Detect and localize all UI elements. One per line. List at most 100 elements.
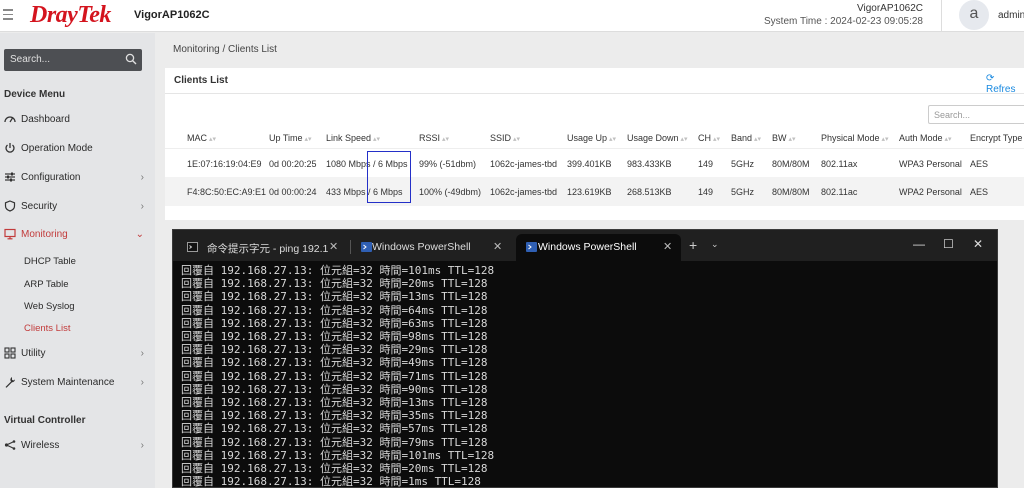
tab-label: 命令提示字元 - ping 192.1 [207, 243, 329, 255]
network-icon [4, 440, 16, 450]
column-header-usage-up[interactable]: Usage Up ▴▾ [567, 133, 616, 143]
column-header-link-speed[interactable]: Link Speed ▴▾ [326, 133, 380, 143]
column-header-up-time[interactable]: Up Time ▴▾ [269, 133, 312, 143]
chevron-right-icon: › [140, 172, 144, 183]
cell-encrypt-type: AES [970, 159, 989, 169]
chevron-down-icon: ⌄ [135, 229, 144, 240]
sidebar-item-security[interactable]: Security › [0, 195, 155, 219]
terminal-line: 回覆自 192.168.27.13: 位元組=32 時間=98ms TTL=12… [181, 330, 488, 344]
cell-bw: 80M/80M [772, 159, 810, 169]
column-header-usage-down[interactable]: Usage Down ▴▾ [627, 133, 688, 143]
tab-powershell-1[interactable]: Windows PowerShell ✕ [351, 234, 511, 261]
terminal-line: 回覆自 192.168.27.13: 位元組=32 時間=63ms TTL=12… [181, 316, 488, 330]
sliders-icon [5, 172, 15, 182]
terminal-line: 回覆自 192.168.27.13: 位元組=32 時間=20ms TTL=12… [181, 277, 488, 291]
sidebar-item-utility[interactable]: Utility › [0, 342, 155, 366]
clients-list-card: Clients List ⟳ Refres Search... MAC ▴▾ Up… [165, 68, 1024, 220]
sort-icon: ▴▾ [881, 136, 889, 143]
tab-label: Windows PowerShell [372, 241, 471, 253]
close-window-button[interactable]: ✕ [973, 237, 983, 251]
column-header-rssi[interactable]: RSSI ▴▾ [419, 133, 449, 143]
sidebar-item-system-maintenance[interactable]: System Maintenance › [0, 371, 155, 395]
terminal-line: 回覆自 192.168.27.13: 位元組=32 時間=20ms TTL=12… [181, 462, 488, 476]
sidebar-item-operation-mode[interactable]: Operation Mode [0, 137, 155, 161]
sidebar-item-label: Monitoring [21, 229, 68, 240]
close-icon[interactable]: ✕ [663, 240, 672, 253]
cell-usage-down: 268.513KB [627, 187, 672, 197]
column-header-label: Usage Down [627, 133, 679, 143]
column-header-label: Auth Mode [899, 133, 943, 143]
column-header-label: BW [772, 133, 787, 143]
column-header-encrypt-type[interactable]: Encrypt Type [970, 133, 1022, 143]
sidebar-item-label: Wireless [21, 440, 60, 451]
wrench-icon [5, 377, 15, 388]
cell-ssid: 1062c-james-tbd [490, 187, 558, 197]
column-header-label: Up Time [269, 133, 303, 143]
table-row[interactable]: 1E:07:16:19:04:E9 0d 00:20:25 1080 Mbps … [165, 148, 1024, 177]
refresh-button[interactable]: ⟳ Refres [986, 73, 1024, 95]
sort-icon: ▴▾ [513, 136, 521, 143]
maximize-button[interactable]: ☐ [943, 237, 954, 251]
terminal-window: 命令提示字元 - ping 192.1 ✕ Windows PowerShell… [172, 229, 998, 488]
chevron-down-icon[interactable]: ⌄ [711, 239, 719, 250]
column-header-ch[interactable]: CH ▴▾ [698, 133, 720, 143]
cell-encrypt-type: AES [970, 187, 989, 197]
column-header-label: Band [731, 133, 753, 143]
column-header-label: RSSI [419, 133, 441, 143]
terminal-line: 回覆自 192.168.27.13: 位元組=32 時間=49ms TTL=12… [181, 356, 488, 370]
sidebar-subitem-dhcp-table[interactable]: DHCP Table [24, 256, 76, 267]
table-row[interactable]: F4:8C:50:EC:A9:E1 0d 00:00:24 433 Mbps /… [165, 177, 1024, 206]
terminal-line: 回覆自 192.168.27.13: 位元組=32 時間=90ms TTL=12… [181, 382, 488, 396]
cell-ssid: 1062c-james-tbd [490, 159, 558, 169]
sidebar-subitem-web-syslog[interactable]: Web Syslog [24, 301, 75, 312]
column-header-bw[interactable]: BW ▴▾ [772, 133, 796, 143]
new-tab-button[interactable]: + [689, 237, 697, 253]
user-name[interactable]: admin [998, 10, 1024, 21]
sidebar-subitem-arp-table[interactable]: ARP Table [24, 279, 69, 290]
column-header-auth-mode[interactable]: Auth Mode ▴▾ [899, 133, 952, 143]
hamburger-menu-icon[interactable] [3, 9, 13, 23]
column-header-band[interactable]: Band ▴▾ [731, 133, 761, 143]
column-header-label: Usage Up [567, 133, 608, 143]
refresh-icon: ⟳ [986, 73, 995, 84]
minimize-button[interactable]: — [913, 237, 925, 251]
chevron-right-icon: › [140, 348, 144, 359]
cell-band: 5GHz [731, 159, 755, 169]
cell-ch: 149 [698, 187, 714, 197]
device-menu-heading: Device Menu [4, 89, 66, 100]
sidebar-item-monitoring[interactable]: Monitoring ⌄ [0, 223, 155, 247]
sort-icon: ▴▾ [788, 136, 796, 143]
column-header-physical-mode[interactable]: Physical Mode ▴▾ [821, 133, 889, 143]
sort-icon: ▴▾ [713, 136, 721, 143]
highlight-box [367, 151, 411, 203]
column-header-label: MAC [187, 133, 207, 143]
close-icon[interactable]: ✕ [329, 240, 338, 253]
chevron-right-icon: › [140, 440, 144, 451]
search-icon[interactable] [125, 53, 137, 65]
column-header-ssid[interactable]: SSID ▴▾ [490, 133, 520, 143]
table-search-input[interactable]: Search... [928, 105, 1024, 124]
tab-command-prompt[interactable]: 命令提示字元 - ping 192.1 ✕ [177, 234, 347, 261]
card-title: Clients List [174, 75, 228, 86]
terminal-line: 回覆自 192.168.27.13: 位元組=32 時間=71ms TTL=12… [181, 369, 488, 383]
sidebar-item-dashboard[interactable]: Dashboard [0, 108, 155, 132]
cell-auth-mode: WPA3 Personal [899, 159, 962, 169]
sidebar-search-input[interactable]: Search... [4, 49, 142, 71]
sidebar-subitem-clients-list[interactable]: Clients List [24, 323, 70, 334]
tab-powershell-2[interactable]: Windows PowerShell ✕ [516, 234, 681, 261]
system-name: VigorAP1062C [857, 3, 923, 14]
user-avatar[interactable]: a [959, 0, 989, 30]
sort-icon: ▴▾ [944, 136, 952, 143]
close-icon[interactable]: ✕ [493, 240, 502, 253]
chevron-right-icon: › [140, 377, 144, 388]
column-header-mac[interactable]: MAC ▴▾ [187, 133, 216, 143]
sidebar-item-label: System Maintenance [21, 377, 115, 388]
sidebar-item-configuration[interactable]: Configuration › [0, 166, 155, 190]
cell-auth-mode: WPA2 Personal [899, 187, 962, 197]
sort-icon: ▴▾ [442, 136, 450, 143]
sidebar-item-wireless[interactable]: Wireless › [0, 434, 155, 458]
terminal-line: 回覆自 192.168.27.13: 位元組=32 時間=57ms TTL=12… [181, 422, 488, 436]
cell-rssi: 99% (-51dbm) [419, 159, 477, 169]
terminal-line: 回覆自 192.168.27.13: 位元組=32 時間=35ms TTL=12… [181, 409, 488, 423]
terminal-tab-bar: 命令提示字元 - ping 192.1 ✕ Windows PowerShell… [173, 230, 997, 261]
